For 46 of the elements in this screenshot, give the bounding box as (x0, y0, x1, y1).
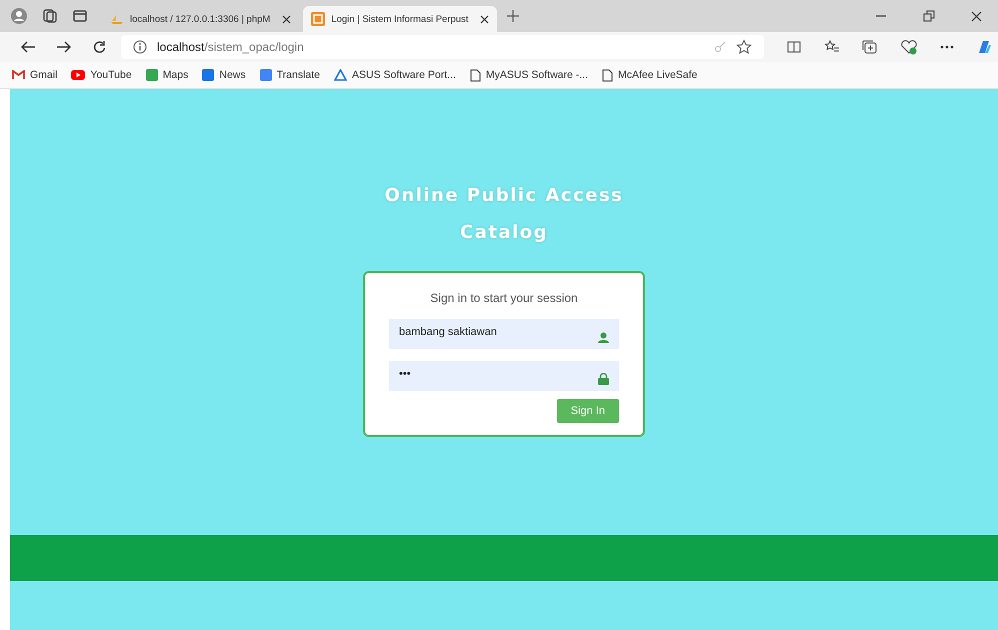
square-icon (202, 69, 214, 81)
page-title: Online Public Access (384, 185, 624, 206)
forward-icon[interactable] (56, 40, 72, 54)
password-field[interactable]: ••• (389, 361, 619, 391)
close-icon[interactable] (282, 14, 292, 24)
bookmark-item[interactable]: Maps (146, 69, 188, 81)
bookmark-item[interactable]: ASUS Software Port... (334, 69, 456, 81)
bookmark-item[interactable]: McAfee LiveSafe (602, 68, 698, 82)
play-icon (71, 70, 86, 80)
page-icon (470, 68, 481, 82)
reading-view-icon[interactable] (786, 39, 802, 55)
close-icon[interactable] (971, 10, 982, 22)
bookmark-item[interactable]: MyASUS Software -... (470, 68, 588, 82)
bookmark-item[interactable]: Gmail (12, 69, 58, 81)
user-icon (598, 332, 609, 343)
extension-icon[interactable] (900, 39, 918, 55)
plus-icon[interactable] (507, 10, 520, 22)
back-icon[interactable] (20, 40, 36, 54)
star-icon[interactable] (736, 39, 752, 55)
workspaces-icon[interactable] (42, 8, 58, 24)
envelope-icon (12, 70, 25, 80)
copilot-icon[interactable] (976, 39, 992, 55)
sailboat-icon (110, 14, 124, 24)
square-icon (260, 69, 272, 81)
reload-icon[interactable] (92, 40, 107, 54)
triangle-icon (334, 69, 348, 81)
browser-tab[interactable]: localhost / 127.0.0.1:3306 | phpM (102, 6, 300, 32)
restore-icon[interactable] (923, 10, 935, 22)
address-field[interactable]: localhost/sistem_opac/login (121, 35, 764, 59)
more-icon[interactable] (940, 45, 954, 49)
profile-icon[interactable] (10, 7, 28, 25)
page-title: Catalog (460, 222, 548, 243)
app-favicon-icon (311, 12, 326, 26)
tab-actions-icon[interactable] (72, 8, 88, 24)
bookmark-item[interactable]: Translate (260, 69, 320, 81)
close-icon[interactable] (480, 14, 490, 24)
username-field[interactable]: bambang saktiawan (389, 319, 619, 349)
info-icon (133, 40, 147, 54)
page-icon (602, 68, 614, 82)
square-icon (146, 69, 158, 81)
bookmark-item[interactable]: YouTube (71, 69, 132, 81)
lock-icon (598, 373, 609, 385)
bookmark-item[interactable]: News (202, 69, 246, 81)
collections-icon[interactable] (862, 39, 878, 55)
login-message: Sign in to start your session (429, 291, 579, 305)
browser-tab[interactable]: Login | Sistem Informasi Perpust (303, 6, 498, 32)
